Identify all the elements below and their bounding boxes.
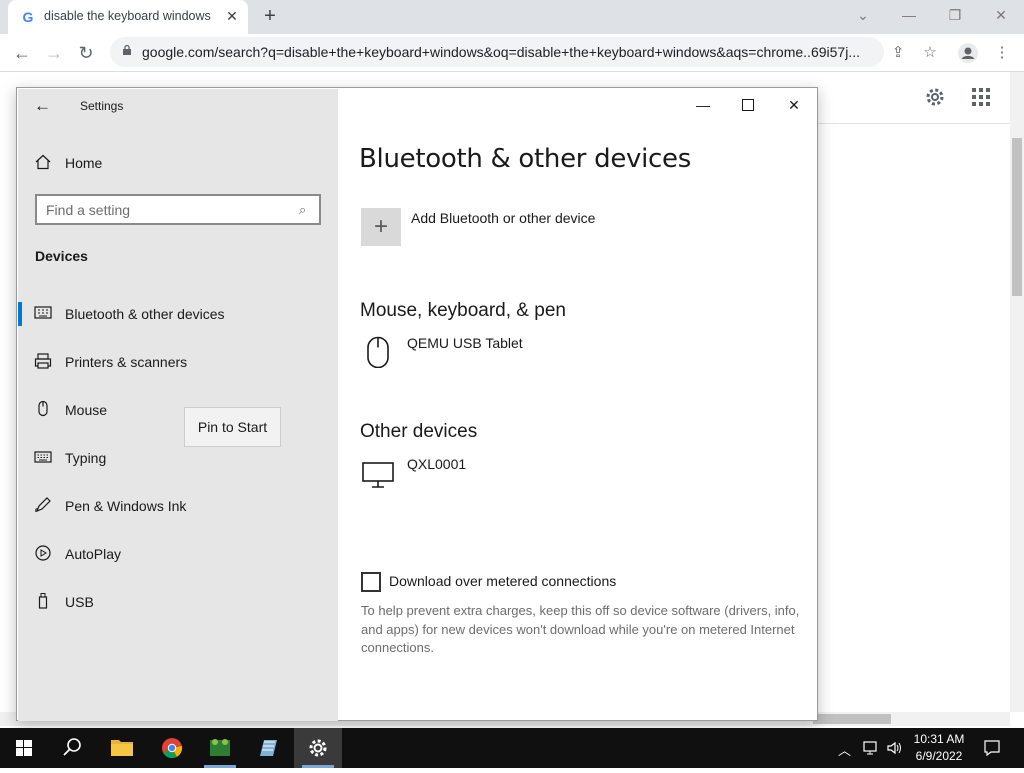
google-apps-icon[interactable] — [970, 86, 992, 108]
sidebar-item-printers[interactable]: Printers & scanners — [18, 342, 338, 382]
keyboard-icon — [34, 451, 52, 463]
tray-chevron-up-icon[interactable]: ︿ — [838, 740, 854, 758]
bookmark-star-icon[interactable]: ☆ — [920, 43, 940, 63]
settings-maximize-icon[interactable] — [728, 94, 768, 116]
add-device-button[interactable]: Add Bluetooth or other device — [411, 210, 595, 226]
taskbar-date[interactable]: 6/9/2022 — [905, 749, 973, 763]
forward-icon[interactable]: → — [44, 43, 64, 63]
restore-icon[interactable]: ❐ — [932, 0, 978, 30]
sidebar-item-usb[interactable]: USB — [18, 582, 338, 622]
volume-icon[interactable] — [886, 739, 904, 757]
printer-icon — [34, 353, 52, 369]
lock-icon[interactable] — [122, 45, 132, 55]
tab-title: disable the keyboard windows - — [44, 9, 214, 23]
sidebar-item-label: USB — [65, 594, 94, 610]
new-tab-icon[interactable]: + — [260, 6, 280, 26]
mouse-device-icon[interactable] — [362, 336, 394, 368]
close-window-icon[interactable]: ✕ — [978, 0, 1024, 30]
browser-tab[interactable]: G disable the keyboard windows - ✕ — [8, 0, 248, 34]
taskbar-search-icon[interactable] — [48, 728, 96, 768]
sidebar-item-pen[interactable]: Pen & Windows Ink — [18, 486, 338, 526]
start-windows-icon[interactable] — [0, 728, 48, 768]
section-other-devices: Other devices — [360, 421, 478, 442]
google-favicon-icon: G — [22, 9, 34, 25]
usb-icon — [38, 593, 48, 609]
settings-close-icon[interactable]: ✕ — [774, 94, 814, 116]
find-setting-input[interactable]: Find a setting ⌕ — [35, 194, 321, 225]
sidebar-item-label: Bluetooth & other devices — [65, 306, 225, 322]
sidebar-item-autoplay[interactable]: AutoPlay — [18, 534, 338, 574]
autoplay-icon — [35, 545, 51, 561]
chrome-menu-icon[interactable]: ⋮ — [992, 43, 1012, 63]
search-icon[interactable]: ⌕ — [299, 202, 315, 218]
sidebar-item-label: Typing — [65, 450, 107, 466]
notifications-icon[interactable] — [983, 739, 1001, 757]
url-text[interactable]: google.com/search?q=disable+the+keyboard… — [142, 44, 882, 60]
chrome-tab-strip: G disable the keyboard windows - ✕ + ⌄ —… — [0, 0, 1024, 34]
home-link[interactable]: Home — [65, 155, 102, 171]
chrome-taskbar-icon[interactable] — [148, 728, 196, 768]
page-divider — [816, 123, 1010, 124]
sidebar-item-label: Pen & Windows Ink — [65, 498, 187, 514]
settings-back-icon[interactable]: ← — [34, 97, 52, 115]
tab-close-icon[interactable]: ✕ — [224, 8, 240, 24]
pen-icon — [35, 497, 51, 513]
device-qxl0001[interactable]: QXL0001 — [407, 456, 466, 472]
metered-help-text: To help prevent extra charges, keep this… — [361, 603, 800, 655]
settings-window: ← Settings Home Find a setting ⌕ Devices… — [16, 87, 818, 721]
sidebar-item-label: AutoPlay — [65, 546, 122, 562]
add-device-plus-icon[interactable]: + — [361, 208, 401, 246]
mouse-icon — [38, 400, 48, 417]
profile-icon[interactable] — [958, 43, 978, 63]
sidebar-item-mouse[interactable]: Mouse — [18, 390, 338, 430]
device-qemu-usb-tablet[interactable]: QEMU USB Tablet — [407, 335, 523, 351]
metered-checkbox-label[interactable]: Download over metered connections — [389, 573, 616, 589]
vertical-scroll-thumb[interactable] — [1012, 138, 1022, 296]
settings-app-title: Settings — [80, 99, 124, 113]
network-icon[interactable] — [862, 739, 880, 757]
sidebar-item-label: Printers & scanners — [65, 354, 188, 370]
taskbar: ︿ 10:31 AM 6/9/2022 — [0, 728, 1024, 768]
settings-taskbar-icon[interactable] — [294, 728, 342, 768]
tab-search-icon[interactable]: ⌄ — [840, 0, 886, 30]
horizontal-scroll-thumb[interactable] — [813, 714, 891, 724]
pin-to-start-tooltip[interactable]: Pin to Start — [184, 407, 281, 447]
page-title: Bluetooth & other devices — [359, 144, 691, 174]
minimize-icon[interactable]: — — [886, 0, 932, 30]
reload-icon[interactable]: ↻ — [76, 43, 96, 63]
back-icon[interactable]: ← — [12, 43, 32, 63]
home-icon[interactable] — [34, 153, 52, 171]
google-settings-gear-icon[interactable] — [924, 86, 946, 108]
section-mouse-keyboard-pen: Mouse, keyboard, & pen — [360, 300, 566, 321]
settings-minimize-icon[interactable]: — — [683, 94, 723, 116]
share-icon[interactable]: ⇪ — [888, 43, 908, 63]
sidebar-item-label: Mouse — [65, 402, 108, 418]
sidebar-item-bluetooth[interactable]: Bluetooth & other devices — [18, 294, 338, 334]
selection-indicator — [18, 302, 22, 326]
sidebar-item-typing[interactable]: Typing — [18, 438, 338, 478]
search-placeholder: Find a setting — [46, 202, 131, 218]
app-frog-icon[interactable] — [196, 728, 244, 768]
taskbar-time[interactable]: 10:31 AM — [905, 732, 973, 746]
notepad-icon[interactable] — [244, 728, 292, 768]
bluetooth-devices-icon — [34, 306, 52, 319]
monitor-device-icon[interactable] — [362, 458, 394, 490]
file-explorer-icon[interactable] — [98, 728, 146, 768]
settings-sidebar: ← Settings Home Find a setting ⌕ Devices… — [18, 89, 338, 721]
metered-checkbox[interactable] — [361, 572, 381, 592]
section-heading-devices: Devices — [35, 248, 88, 264]
